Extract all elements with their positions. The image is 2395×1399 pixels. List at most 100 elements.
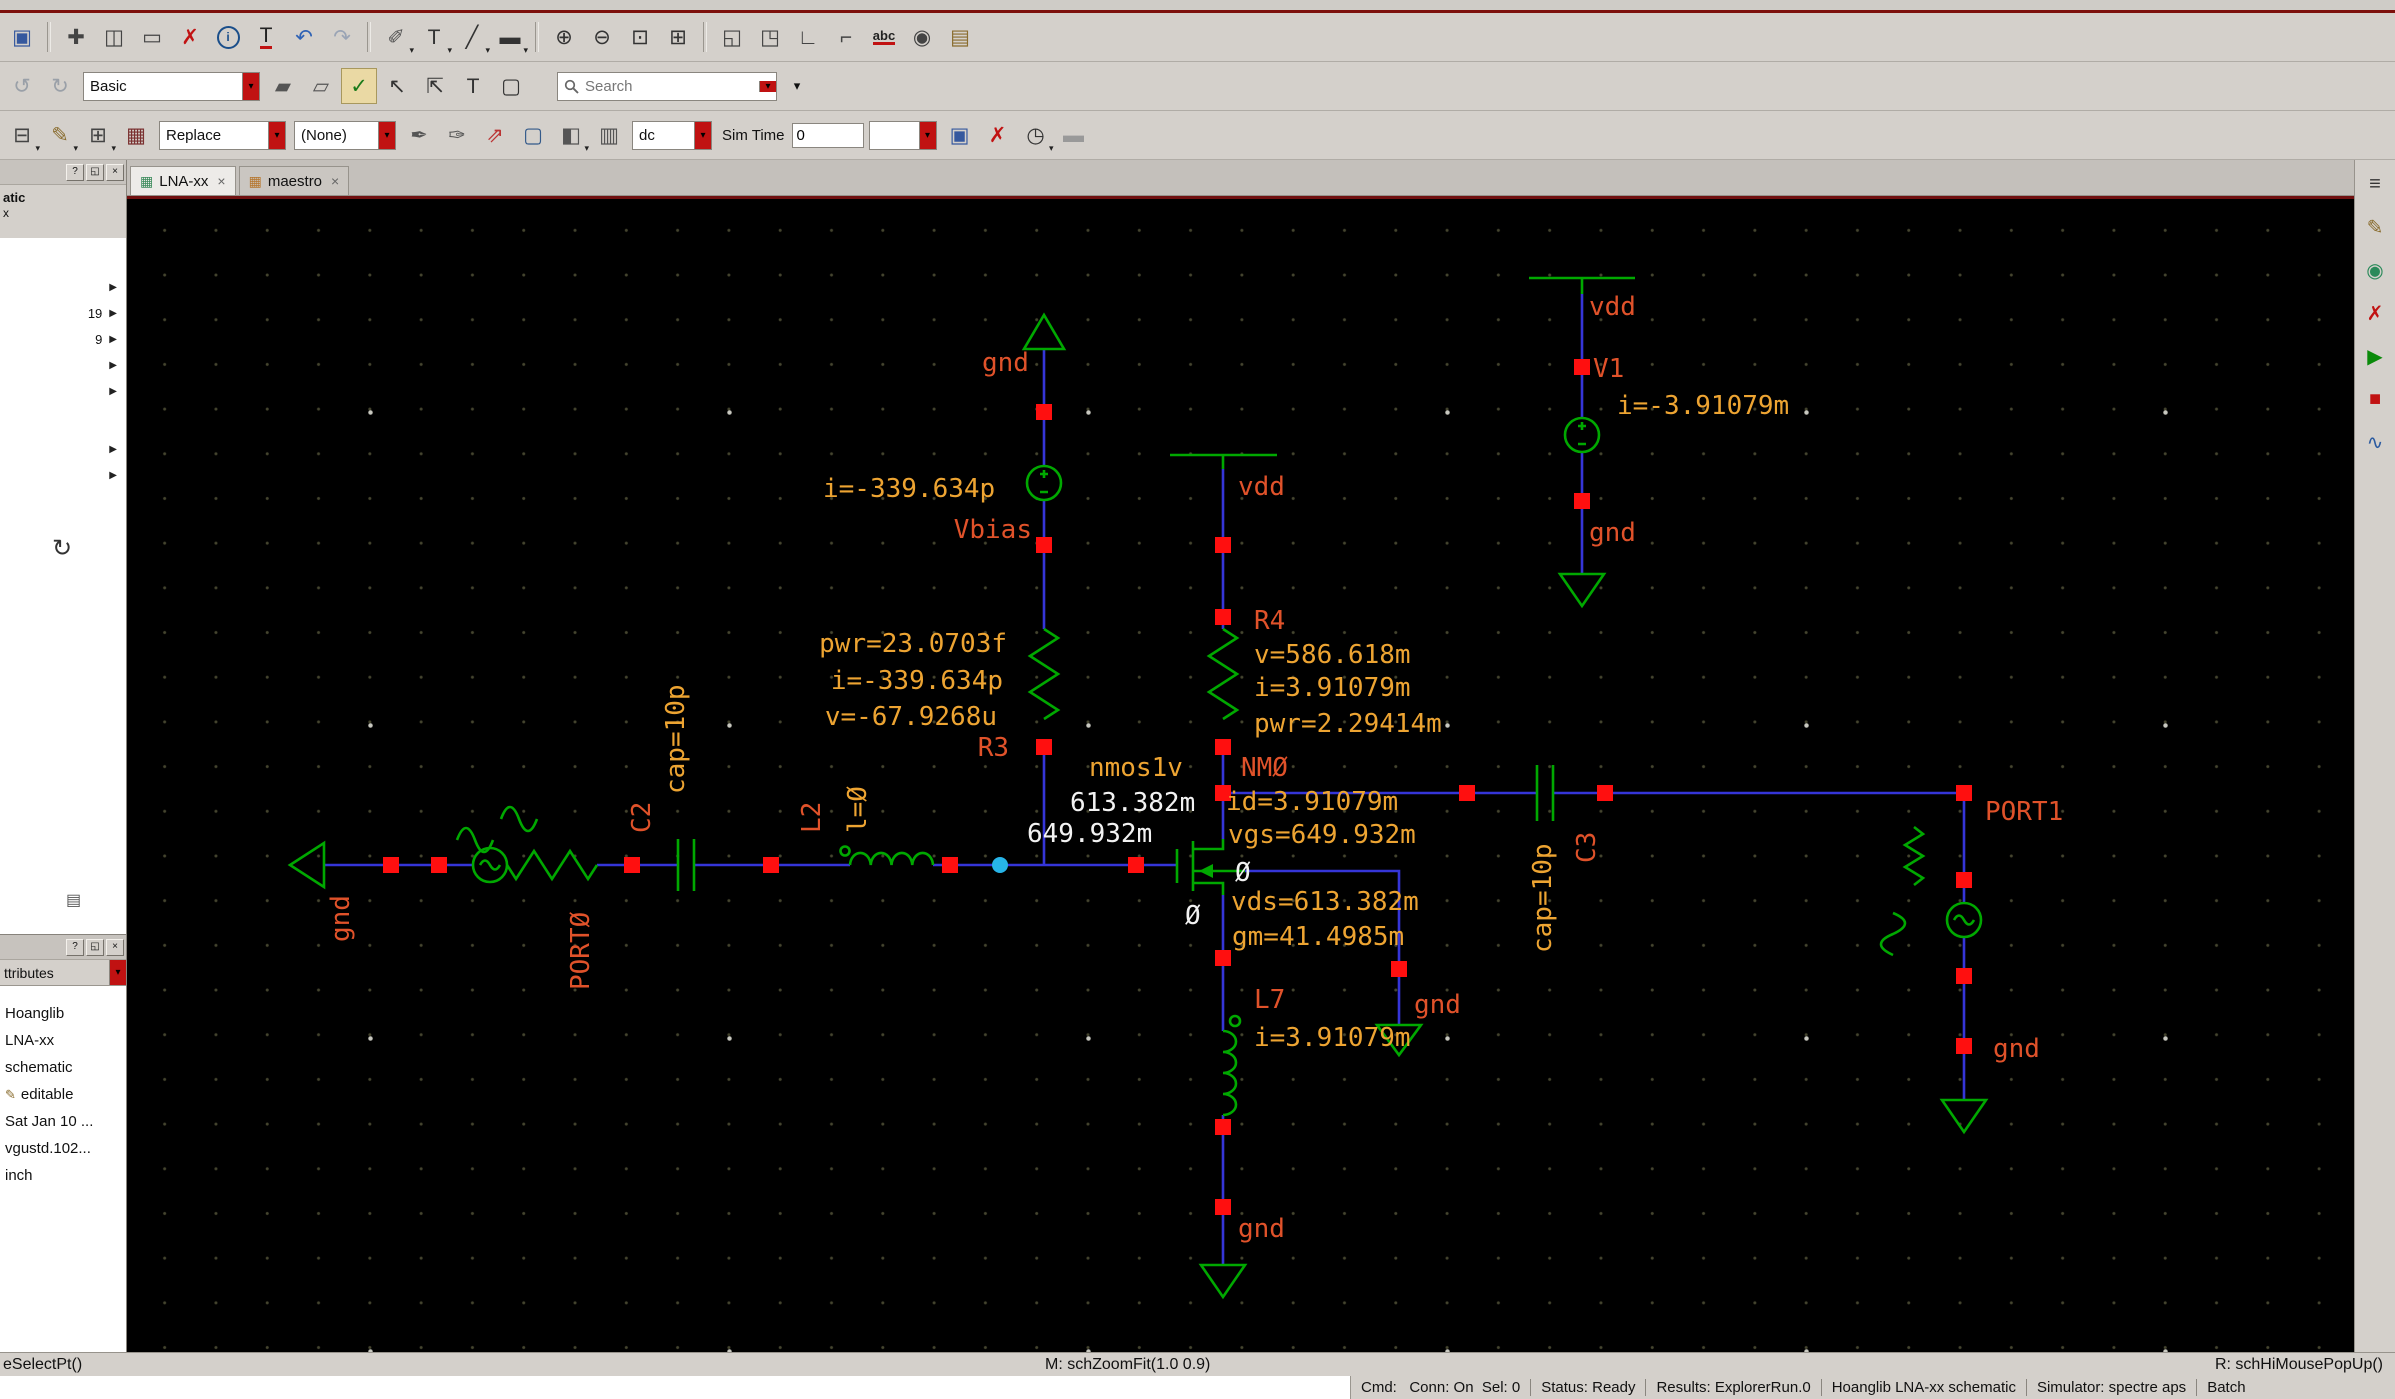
tab-maestro[interactable]: ▦ maestro × bbox=[239, 166, 350, 195]
selection-pin[interactable] bbox=[1036, 739, 1052, 755]
selection-pin[interactable] bbox=[1128, 857, 1144, 873]
gnd-bulk-label[interactable]: gnd bbox=[1414, 990, 1461, 1020]
selection-pin[interactable] bbox=[1036, 537, 1052, 553]
inductor-l7[interactable] bbox=[1223, 1016, 1240, 1115]
selection-pin[interactable] bbox=[763, 857, 779, 873]
resistor-r3[interactable] bbox=[1030, 629, 1058, 719]
selection-pin[interactable] bbox=[1215, 739, 1231, 755]
search-box[interactable]: ▾ bbox=[557, 72, 777, 101]
annotate-icon[interactable]: ◧▾ bbox=[553, 117, 589, 153]
plot-waveform-icon[interactable]: ∿ bbox=[2361, 428, 2389, 456]
partial-select-icon[interactable]: T bbox=[455, 68, 491, 104]
property-row[interactable]: LNA-xx bbox=[0, 1027, 126, 1054]
expand-arrow-icon[interactable]: ▶ bbox=[109, 470, 117, 481]
selection-pin[interactable] bbox=[1956, 968, 1972, 984]
selection-pin[interactable] bbox=[1597, 785, 1613, 801]
port0-name-label[interactable]: PORTØ bbox=[566, 911, 596, 990]
probe-signal-icon[interactable]: ◉ bbox=[2361, 256, 2389, 284]
l2-name-label[interactable]: L2 bbox=[797, 802, 827, 833]
tree-item[interactable]: ▶ bbox=[0, 352, 126, 378]
selection-pin[interactable] bbox=[383, 857, 399, 873]
gnd-v1-label[interactable]: gnd bbox=[1589, 518, 1636, 548]
refresh-icon[interactable]: ↻ bbox=[52, 534, 72, 563]
vdd-v1-label[interactable]: vdd bbox=[1589, 292, 1636, 322]
r3-name-label[interactable]: R3 bbox=[978, 733, 1009, 763]
pattern-combo-arrow[interactable]: ▾ bbox=[378, 122, 395, 149]
delete-state-icon[interactable]: ✗ bbox=[980, 117, 1016, 153]
wide-wire-icon[interactable]: ▬▾ bbox=[492, 19, 528, 55]
gnd-l7-label[interactable]: gnd bbox=[1238, 1214, 1285, 1244]
tool1-icon[interactable]: ✒ bbox=[401, 117, 437, 153]
wire-label-icon[interactable]: ⌐ bbox=[828, 19, 864, 55]
monitor-icon[interactable]: ▢ bbox=[515, 117, 551, 153]
workspace-combo[interactable]: Basic▾ bbox=[83, 72, 260, 101]
export-icon[interactable]: ⇗ bbox=[477, 117, 513, 153]
highlighted-net-point[interactable] bbox=[992, 857, 1008, 873]
wire-name-icon[interactable]: ∟ bbox=[790, 19, 826, 55]
attributes-dropdown-arrow[interactable]: ▾ bbox=[109, 960, 126, 985]
full-select-icon[interactable]: ⇱ bbox=[417, 68, 453, 104]
tab-close-icon[interactable]: × bbox=[217, 173, 225, 189]
expand-arrow-icon[interactable]: ▶ bbox=[109, 444, 117, 455]
tab-lna-xx[interactable]: ▦ LNA-xx × bbox=[130, 166, 236, 195]
stretch-icon[interactable]: ▭ bbox=[134, 19, 170, 55]
expand-arrow-icon[interactable]: ▶ bbox=[109, 282, 117, 293]
tree-item[interactable]: ▶ bbox=[0, 378, 126, 404]
gnd-symbol-l7[interactable] bbox=[1201, 1265, 1245, 1297]
gnd-label[interactable]: gnd bbox=[982, 348, 1029, 378]
selection-pin[interactable] bbox=[1215, 537, 1231, 553]
select-mode-icon[interactable]: ✓ bbox=[341, 68, 377, 104]
save-state-icon[interactable]: ▣ bbox=[942, 117, 978, 153]
label-icon[interactable]: T bbox=[248, 19, 284, 55]
pin-icon[interactable]: ◉ bbox=[904, 19, 940, 55]
net-icon[interactable]: ▱ bbox=[303, 68, 339, 104]
property-row[interactable]: Hoanglib bbox=[0, 1000, 126, 1027]
panel-close-button[interactable]: × bbox=[106, 164, 124, 181]
inductor-l2[interactable] bbox=[841, 847, 934, 866]
extra-combo[interactable]: ▾ bbox=[869, 121, 937, 150]
ascend-icon[interactable]: ◳ bbox=[752, 19, 788, 55]
selection-pin[interactable] bbox=[1215, 1119, 1231, 1135]
capacitor-c3[interactable] bbox=[1537, 765, 1553, 821]
tool2-icon[interactable]: ✑ bbox=[439, 117, 475, 153]
copy-icon[interactable]: ◫ bbox=[96, 19, 132, 55]
delete-icon[interactable]: ✗ bbox=[172, 19, 208, 55]
port1-source[interactable] bbox=[1881, 827, 1981, 955]
property-row[interactable]: inch bbox=[0, 1162, 126, 1189]
attributes-dropdown[interactable]: ttributes ▾ bbox=[0, 960, 126, 986]
tab-close-icon[interactable]: × bbox=[331, 173, 339, 189]
delete-results-icon[interactable]: ✗ bbox=[2361, 299, 2389, 327]
tree-item[interactable]: ▶ bbox=[0, 462, 126, 488]
panel-help-button[interactable]: ? bbox=[66, 164, 84, 181]
redo-icon[interactable]: ↷ bbox=[324, 19, 360, 55]
panel-help-button[interactable]: ? bbox=[66, 939, 84, 956]
move-icon[interactable]: ✚ bbox=[58, 19, 94, 55]
eraser-icon[interactable]: ▬ bbox=[1056, 117, 1092, 153]
probe-chip-icon[interactable]: ▦ bbox=[118, 117, 154, 153]
chip2-icon[interactable]: ▥ bbox=[591, 117, 627, 153]
prev-view-icon[interactable]: ↺ bbox=[4, 68, 40, 104]
pattern-combo[interactable]: (None)▾ bbox=[294, 121, 396, 150]
abc-label-icon[interactable]: abc bbox=[866, 19, 902, 55]
zoom-fit-icon[interactable]: ⊡ bbox=[622, 19, 658, 55]
area-select-icon[interactable]: ▢ bbox=[493, 68, 529, 104]
selection-pins[interactable] bbox=[383, 359, 1972, 1215]
panel-mini-icon[interactable]: ▤ bbox=[66, 890, 81, 910]
properties-icon[interactable]: i bbox=[210, 19, 246, 55]
schematic-drawing[interactable]: gnd i=-339.634p Vbias pwr=23.0703f i=-33… bbox=[127, 199, 2354, 1352]
v1-name-label[interactable]: V1 bbox=[1593, 354, 1624, 384]
analysis-combo-arrow[interactable]: ▾ bbox=[694, 122, 711, 149]
selection-pin[interactable] bbox=[1956, 1038, 1972, 1054]
search-options-dropdown[interactable]: ▾ bbox=[779, 68, 815, 104]
selection-pin[interactable] bbox=[1956, 785, 1972, 801]
edit-analyses-icon[interactable]: ✎ bbox=[2361, 213, 2389, 241]
vbias-source[interactable] bbox=[1027, 466, 1061, 500]
property-row[interactable]: vgustd.102... bbox=[0, 1135, 126, 1162]
nm0-model-label[interactable]: nmos1v bbox=[1089, 753, 1183, 783]
undo-icon[interactable]: ↶ bbox=[286, 19, 322, 55]
r4-name-label[interactable]: R4 bbox=[1254, 606, 1285, 636]
tree-item[interactable]: 19▶ bbox=[0, 300, 126, 326]
gnd-symbol-v1[interactable] bbox=[1560, 574, 1604, 606]
text-note-icon[interactable]: T▾ bbox=[416, 19, 452, 55]
selection-pin[interactable] bbox=[1956, 872, 1972, 888]
